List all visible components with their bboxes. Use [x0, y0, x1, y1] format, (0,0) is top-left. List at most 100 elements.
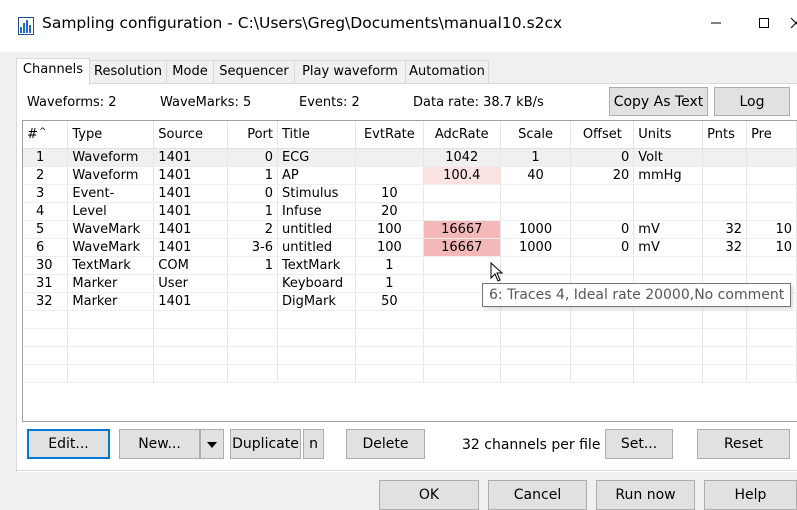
cell-type[interactable]: [67, 346, 155, 365]
cell-scale[interactable]: [500, 328, 572, 347]
cell-title[interactable]: untitled: [277, 220, 356, 239]
col-header-scale[interactable]: Scale: [500, 121, 572, 149]
col-header-pre[interactable]: Pre: [746, 121, 797, 149]
cell-pnts[interactable]: [702, 166, 748, 185]
cell-pre[interactable]: 10: [746, 220, 797, 239]
cell-title[interactable]: untitled: [277, 238, 356, 257]
cell-adcrate[interactable]: [423, 184, 501, 203]
cell-adcrate[interactable]: 16667: [423, 220, 501, 239]
cell-type[interactable]: WaveMark: [67, 238, 155, 257]
cell-adcrate[interactable]: [423, 202, 501, 221]
reset-button[interactable]: Reset: [697, 429, 790, 459]
cell-offset[interactable]: [570, 310, 635, 329]
tab-resolution[interactable]: Resolution: [89, 60, 167, 84]
run-now-button[interactable]: Run now: [596, 480, 695, 510]
cell-type[interactable]: Marker: [67, 274, 155, 293]
cell-number[interactable]: [23, 364, 69, 383]
cell-number[interactable]: 4: [23, 202, 69, 221]
cell-port[interactable]: 1: [227, 166, 278, 185]
cell-scale[interactable]: 1: [500, 148, 572, 167]
cell-pnts[interactable]: [702, 202, 748, 221]
new-button[interactable]: New...: [119, 429, 200, 459]
cell-evtrate[interactable]: [355, 346, 424, 365]
cell-type[interactable]: TextMark: [67, 256, 155, 275]
table-row[interactable]: 30 TextMark COM 1 TextMark 1: [23, 256, 797, 275]
cell-adcrate[interactable]: 100.4: [423, 166, 501, 185]
table-row[interactable]: [23, 346, 797, 365]
table-row[interactable]: 6 WaveMark 1401 3-6 untitled 100 16667 1000 0 mV 3…: [23, 238, 797, 257]
delete-button[interactable]: Delete: [346, 429, 425, 459]
cell-offset[interactable]: 0: [570, 220, 635, 239]
cell-adcrate[interactable]: [423, 328, 501, 347]
cell-scale[interactable]: 40: [500, 166, 572, 185]
cell-pre[interactable]: [746, 310, 797, 329]
cell-evtrate[interactable]: [355, 364, 424, 383]
cell-evtrate[interactable]: 20: [355, 202, 424, 221]
cell-offset[interactable]: 0: [570, 238, 635, 257]
ok-button[interactable]: OK: [379, 480, 479, 510]
cell-scale[interactable]: 1000: [500, 238, 572, 257]
table-row[interactable]: 1 Waveform 1401 0 ECG 1042 1 0 Volt: [23, 148, 797, 167]
cell-pnts[interactable]: [702, 310, 748, 329]
cell-port[interactable]: [227, 364, 278, 383]
cell-pnts[interactable]: 32: [702, 238, 748, 257]
cell-units[interactable]: [633, 328, 704, 347]
table-row[interactable]: 2 Waveform 1401 1 AP 100.4 40 20 mmHg: [23, 166, 797, 185]
cell-title[interactable]: ECG: [277, 148, 356, 167]
cell-source[interactable]: User: [153, 274, 229, 293]
cell-units[interactable]: [633, 346, 704, 365]
cell-pre[interactable]: 10: [746, 238, 797, 257]
cell-source[interactable]: 1401: [153, 184, 229, 203]
cell-title[interactable]: [277, 328, 356, 347]
cell-number[interactable]: [23, 346, 69, 365]
cell-pnts[interactable]: [702, 148, 748, 167]
cell-scale[interactable]: [500, 256, 572, 275]
col-header-port[interactable]: Port: [227, 121, 278, 149]
cell-source[interactable]: 1401: [153, 220, 229, 239]
copy-as-text-button[interactable]: Copy As Text: [609, 87, 708, 116]
tab-mode[interactable]: Mode: [166, 60, 214, 84]
col-header-type[interactable]: Type: [67, 121, 155, 149]
cell-source[interactable]: [153, 328, 229, 347]
cell-title[interactable]: TextMark: [277, 256, 356, 275]
cell-adcrate[interactable]: [423, 256, 501, 275]
cell-type[interactable]: Event-: [67, 184, 155, 203]
cell-type[interactable]: Waveform: [67, 148, 155, 167]
cell-number[interactable]: 5: [23, 220, 69, 239]
duplicate-button[interactable]: Duplicate: [230, 429, 301, 459]
cell-source[interactable]: [153, 310, 229, 329]
cell-adcrate[interactable]: 16667: [423, 238, 501, 257]
cell-units[interactable]: [633, 364, 704, 383]
cell-pnts[interactable]: [702, 364, 748, 383]
cell-number[interactable]: [23, 310, 69, 329]
cell-port[interactable]: 0: [227, 148, 278, 167]
cell-scale[interactable]: [500, 346, 572, 365]
col-header-offset[interactable]: Offset: [570, 121, 635, 149]
cell-type[interactable]: Marker: [67, 292, 155, 311]
cell-type[interactable]: [67, 364, 155, 383]
cell-evtrate[interactable]: 1: [355, 274, 424, 293]
cell-scale[interactable]: [500, 202, 572, 221]
cell-port[interactable]: 2: [227, 220, 278, 239]
table-row[interactable]: [23, 328, 797, 347]
table-row[interactable]: [23, 364, 797, 383]
cell-source[interactable]: COM: [153, 256, 229, 275]
cell-offset[interactable]: [570, 364, 635, 383]
col-header-pnts[interactable]: Pnts: [702, 121, 748, 149]
cell-number[interactable]: 6: [23, 238, 69, 257]
cell-type[interactable]: Level: [67, 202, 155, 221]
new-dropdown-button[interactable]: [200, 429, 224, 459]
duplicate-count-button[interactable]: n: [303, 429, 324, 459]
cell-evtrate[interactable]: 50: [355, 292, 424, 311]
cell-number[interactable]: 31: [23, 274, 69, 293]
cell-evtrate[interactable]: 1: [355, 256, 424, 275]
col-header-adcrate[interactable]: AdcRate: [423, 121, 501, 149]
cell-pre[interactable]: [746, 202, 797, 221]
cell-scale[interactable]: [500, 310, 572, 329]
cell-evtrate[interactable]: [355, 310, 424, 329]
cell-pnts[interactable]: [702, 256, 748, 275]
col-header-source[interactable]: Source: [153, 121, 229, 149]
cell-title[interactable]: DigMark: [277, 292, 356, 311]
cell-title[interactable]: AP: [277, 166, 356, 185]
cell-number[interactable]: 32: [23, 292, 69, 311]
